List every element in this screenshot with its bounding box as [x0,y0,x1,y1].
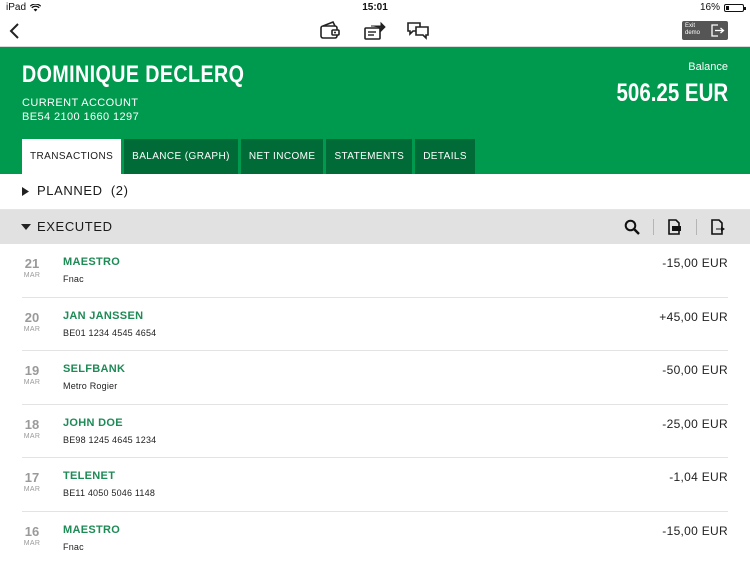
planned-label: PLANNED (2) [37,183,129,198]
transaction-description: BE11 4050 5046 1148 [63,488,155,498]
transaction-day: 20 [22,310,42,325]
chat-icon [406,19,430,43]
transaction-description: Fnac [63,542,84,552]
transaction-row[interactable]: 16 MAR MAESTRO Fnac -15,00 EUR [22,512,728,565]
exit-demo-button[interactable]: Exit demo [682,21,728,40]
transaction-day: 16 [22,524,42,539]
account-holder-name: DOMINIQUE DECLERQ [22,61,244,89]
transaction-month: MAR [22,272,42,279]
transaction-day: 18 [22,417,42,432]
executed-section-header: EXECUTED [0,210,750,244]
transaction-day: 17 [22,470,42,485]
transaction-day: 21 [22,256,42,271]
document-share-icon [710,219,726,235]
top-navbar: Exit demo [0,16,750,47]
account-header: DOMINIQUE DECLERQ CURRENT ACCOUNT BE54 2… [0,47,750,174]
transaction-amount: -15,00 EUR [662,524,728,538]
transaction-amount: +45,00 EUR [659,310,728,324]
transaction-description: Fnac [63,274,84,284]
transfer-button[interactable] [362,19,386,43]
transaction-amount: -50,00 EUR [662,363,728,377]
account-iban: BE54 2100 1660 1297 [22,111,139,123]
wallet-icon [318,19,342,43]
transaction-row[interactable]: 20 MAR JAN JANSSEN BE01 1234 4545 4654 +… [22,298,728,352]
transaction-row[interactable]: 18 MAR JOHN DOE BE98 1245 4645 1234 -25,… [22,405,728,459]
tab-net-income[interactable]: NET INCOME [241,139,324,174]
transaction-row[interactable]: 17 MAR TELENET BE11 4050 5046 1148 -1,04… [22,458,728,512]
executed-toolbar [622,217,728,237]
nav-icon-group [318,19,430,43]
status-bar: iPad 15:01 16% [0,0,750,16]
triangle-right-icon [22,187,29,196]
transaction-month: MAR [22,379,42,386]
transaction-month: MAR [22,486,42,493]
toolbar-divider [696,219,697,235]
transaction-name: TELENET [63,470,115,482]
status-time: 15:01 [0,2,750,13]
exit-icon [711,24,725,37]
transaction-description: BE98 1245 4645 1234 [63,435,156,445]
share-document-button[interactable] [708,217,728,237]
document-export-icon [667,219,683,235]
tab-details[interactable]: DETAILS [415,139,475,174]
back-button[interactable] [6,20,26,42]
transaction-row[interactable]: 19 MAR SELFBANK Metro Rogier -50,00 EUR [22,351,728,405]
wallet-button[interactable] [318,19,342,43]
status-right: 16% [700,2,744,13]
transfer-icon [362,19,386,43]
battery-percent: 16% [700,2,720,13]
battery-icon [724,4,744,12]
transaction-name: MAESTRO [63,256,120,268]
triangle-down-icon[interactable] [21,224,31,230]
transaction-day: 19 [22,363,42,378]
search-icon [624,219,640,235]
chat-button[interactable] [406,19,430,43]
balance-label: Balance [688,61,728,73]
transaction-month: MAR [22,326,42,333]
account-type: CURRENT ACCOUNT [22,97,138,109]
transaction-name: JOHN DOE [63,417,123,429]
search-button[interactable] [622,217,642,237]
planned-count: (2) [111,183,129,198]
transaction-name: JAN JANSSEN [63,310,143,322]
transaction-month: MAR [22,433,42,440]
transaction-name: MAESTRO [63,524,120,536]
toolbar-divider [653,219,654,235]
transaction-amount: -1,04 EUR [669,470,728,484]
battery-fill [726,6,729,10]
chevron-left-icon [6,20,26,42]
transaction-row[interactable]: 21 MAR MAESTRO Fnac -15,00 EUR [22,244,728,298]
transaction-amount: -15,00 EUR [662,256,728,270]
transaction-list: 21 MAR MAESTRO Fnac -15,00 EUR 20 MAR JA… [0,244,750,565]
transaction-name: SELFBANK [63,363,125,375]
tab-statements[interactable]: STATEMENTS [326,139,412,174]
planned-title: PLANNED [37,183,103,198]
balance-value: 506.25 EUR [616,79,728,108]
transaction-description: Metro Rogier [63,381,117,391]
planned-section-header[interactable]: PLANNED (2) [0,174,750,210]
account-tabs: TRANSACTIONS BALANCE (GRAPH) NET INCOME … [22,139,475,174]
executed-label[interactable]: EXECUTED [37,219,113,234]
transaction-description: BE01 1234 4545 4654 [63,328,156,338]
transaction-month: MAR [22,540,42,547]
transaction-amount: -25,00 EUR [662,417,728,431]
tab-transactions[interactable]: TRANSACTIONS [22,139,121,174]
export-document-button[interactable] [665,217,685,237]
tab-balance-graph[interactable]: BALANCE (GRAPH) [124,139,238,174]
